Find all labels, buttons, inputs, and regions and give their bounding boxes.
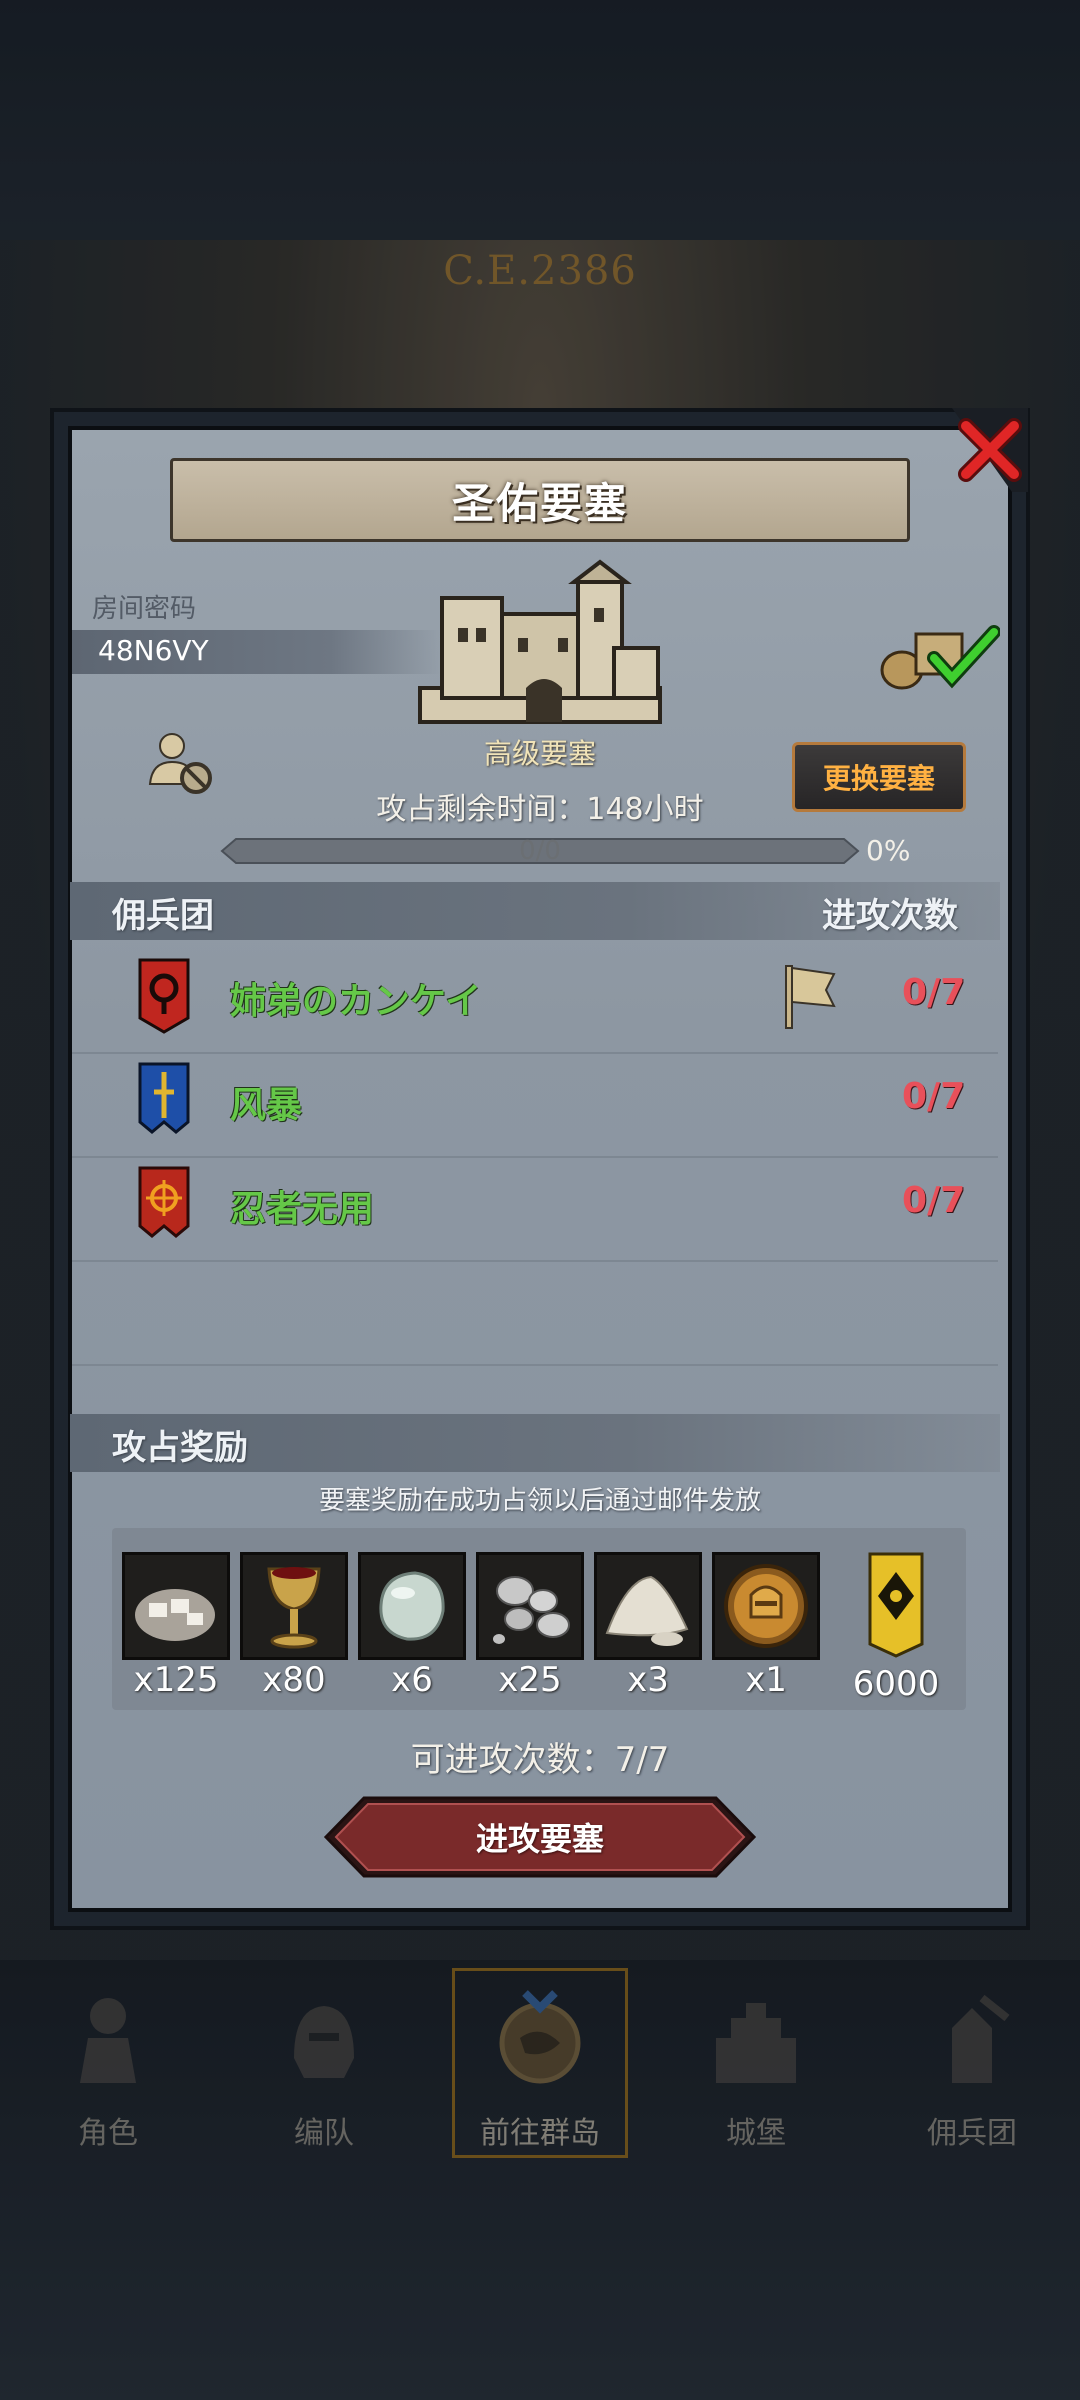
- reward-item[interactable]: x125: [122, 1552, 230, 1700]
- room-code-label: 房间密码: [92, 594, 197, 624]
- progress-percent: 0%: [866, 834, 911, 867]
- attacks-header: 进攻次数: [822, 896, 958, 936]
- white-gem-icon: [379, 1571, 445, 1641]
- guild-attack-count: 0/7: [902, 1180, 966, 1221]
- salt-pile-icon: [605, 1575, 689, 1646]
- reward-quantity: x80: [262, 1660, 326, 1700]
- time-remaining: 攻占剩余时间：148小时: [376, 792, 704, 827]
- reward-slot: [712, 1552, 820, 1660]
- reward-item[interactable]: 6000: [844, 1552, 948, 1704]
- reward-item[interactable]: x3: [594, 1552, 702, 1700]
- reward-slot: [358, 1552, 466, 1660]
- reward-quantity: 6000: [852, 1664, 940, 1704]
- reward-quantity: x6: [391, 1660, 433, 1700]
- dialog-title: 圣佑要塞: [451, 478, 628, 528]
- reward-slot: [122, 1552, 230, 1660]
- guild-name: 风暴: [230, 1085, 303, 1126]
- golden-goblet-icon: [267, 1567, 321, 1649]
- guild-banner-icon: [138, 1062, 190, 1134]
- guild-banner-icon: [868, 1552, 924, 1658]
- reward-claimed-icon[interactable]: [876, 620, 1000, 692]
- available-attacks: 可进攻次数：7/7: [410, 1740, 670, 1780]
- guild-row[interactable]: 姉弟のカンケイ 0/7: [72, 950, 998, 1054]
- empty-guild-slot: [72, 1262, 998, 1366]
- reward-header: 攻占奖励: [112, 1428, 248, 1468]
- progress-value: 0/0: [519, 836, 561, 866]
- fortress-grade: 高级要塞: [483, 737, 596, 770]
- title-banner: 圣佑要塞: [170, 458, 910, 542]
- reward-item[interactable]: x1: [712, 1552, 820, 1700]
- reward-slot: [476, 1552, 584, 1660]
- reward-item[interactable]: x80: [240, 1552, 348, 1700]
- guild-name: 忍者无用: [230, 1189, 375, 1230]
- reward-quantity: x25: [498, 1660, 562, 1700]
- guild-attack-count: 0/7: [902, 972, 966, 1013]
- guild-row[interactable]: 忍者无用 0/7: [72, 1158, 998, 1262]
- knight-medal-icon: [724, 1564, 808, 1648]
- reward-quantity: x125: [133, 1660, 219, 1700]
- silver-pearls-icon: [493, 1576, 570, 1644]
- reward-item[interactable]: x6: [358, 1552, 466, 1700]
- guild-row[interactable]: 风暴 0/7: [72, 1054, 998, 1158]
- change-fortress-button[interactable]: 更换要塞: [792, 742, 966, 812]
- guild-attack-count: 0/7: [902, 1076, 966, 1117]
- reward-item[interactable]: x25: [476, 1552, 584, 1700]
- mercenary-header: 佣兵团: [112, 896, 214, 936]
- reward-slot: [594, 1552, 702, 1660]
- fortress-image: [418, 559, 662, 724]
- reward-slot: [240, 1552, 348, 1660]
- reward-note: 要塞奖励在成功占领以后通过邮件发放: [318, 1486, 761, 1516]
- flag-icon: [785, 965, 836, 1029]
- guild-banner-icon: [138, 958, 190, 1034]
- attack-fortress-button[interactable]: 进攻要塞: [324, 1796, 756, 1878]
- guild-name: 姉弟のカンケイ: [230, 981, 482, 1022]
- reward-quantity: x1: [745, 1660, 787, 1700]
- stone-ore-icon: [135, 1589, 215, 1641]
- reward-quantity: x3: [627, 1660, 669, 1700]
- guild-banner-icon: [138, 1166, 190, 1238]
- room-code[interactable]: 48N6VY: [98, 634, 209, 667]
- no-player-icon: [148, 733, 212, 794]
- close-icon[interactable]: [952, 408, 1028, 492]
